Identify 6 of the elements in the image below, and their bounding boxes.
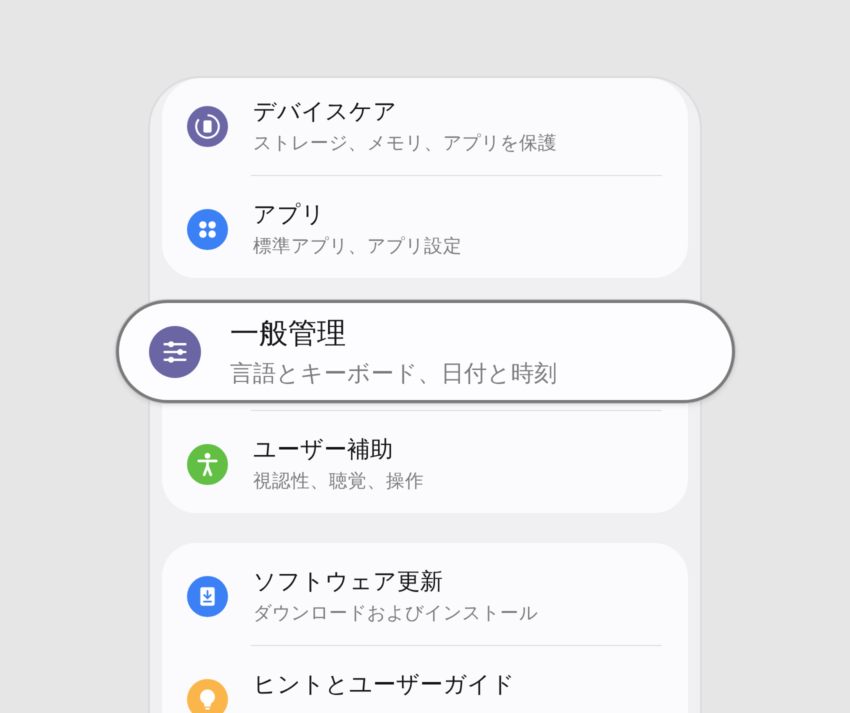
- settings-item[interactable]: ユーザー補助 視認性、聴覚、操作: [162, 411, 688, 513]
- settings-item[interactable]: アプリ 標準アプリ、アプリ設定: [162, 176, 688, 278]
- settings-item[interactable]: デバイスケア ストレージ、メモリ、アプリを保護: [162, 78, 688, 175]
- magnified-settings-item[interactable]: 一般管理 言語とキーボード、日付と時刻: [116, 300, 735, 403]
- settings-item[interactable]: ソフトウェア更新 ダウンロードおよびインストール: [162, 543, 688, 645]
- settings-item[interactable]: ヒントとユーザーガイド: [162, 646, 688, 713]
